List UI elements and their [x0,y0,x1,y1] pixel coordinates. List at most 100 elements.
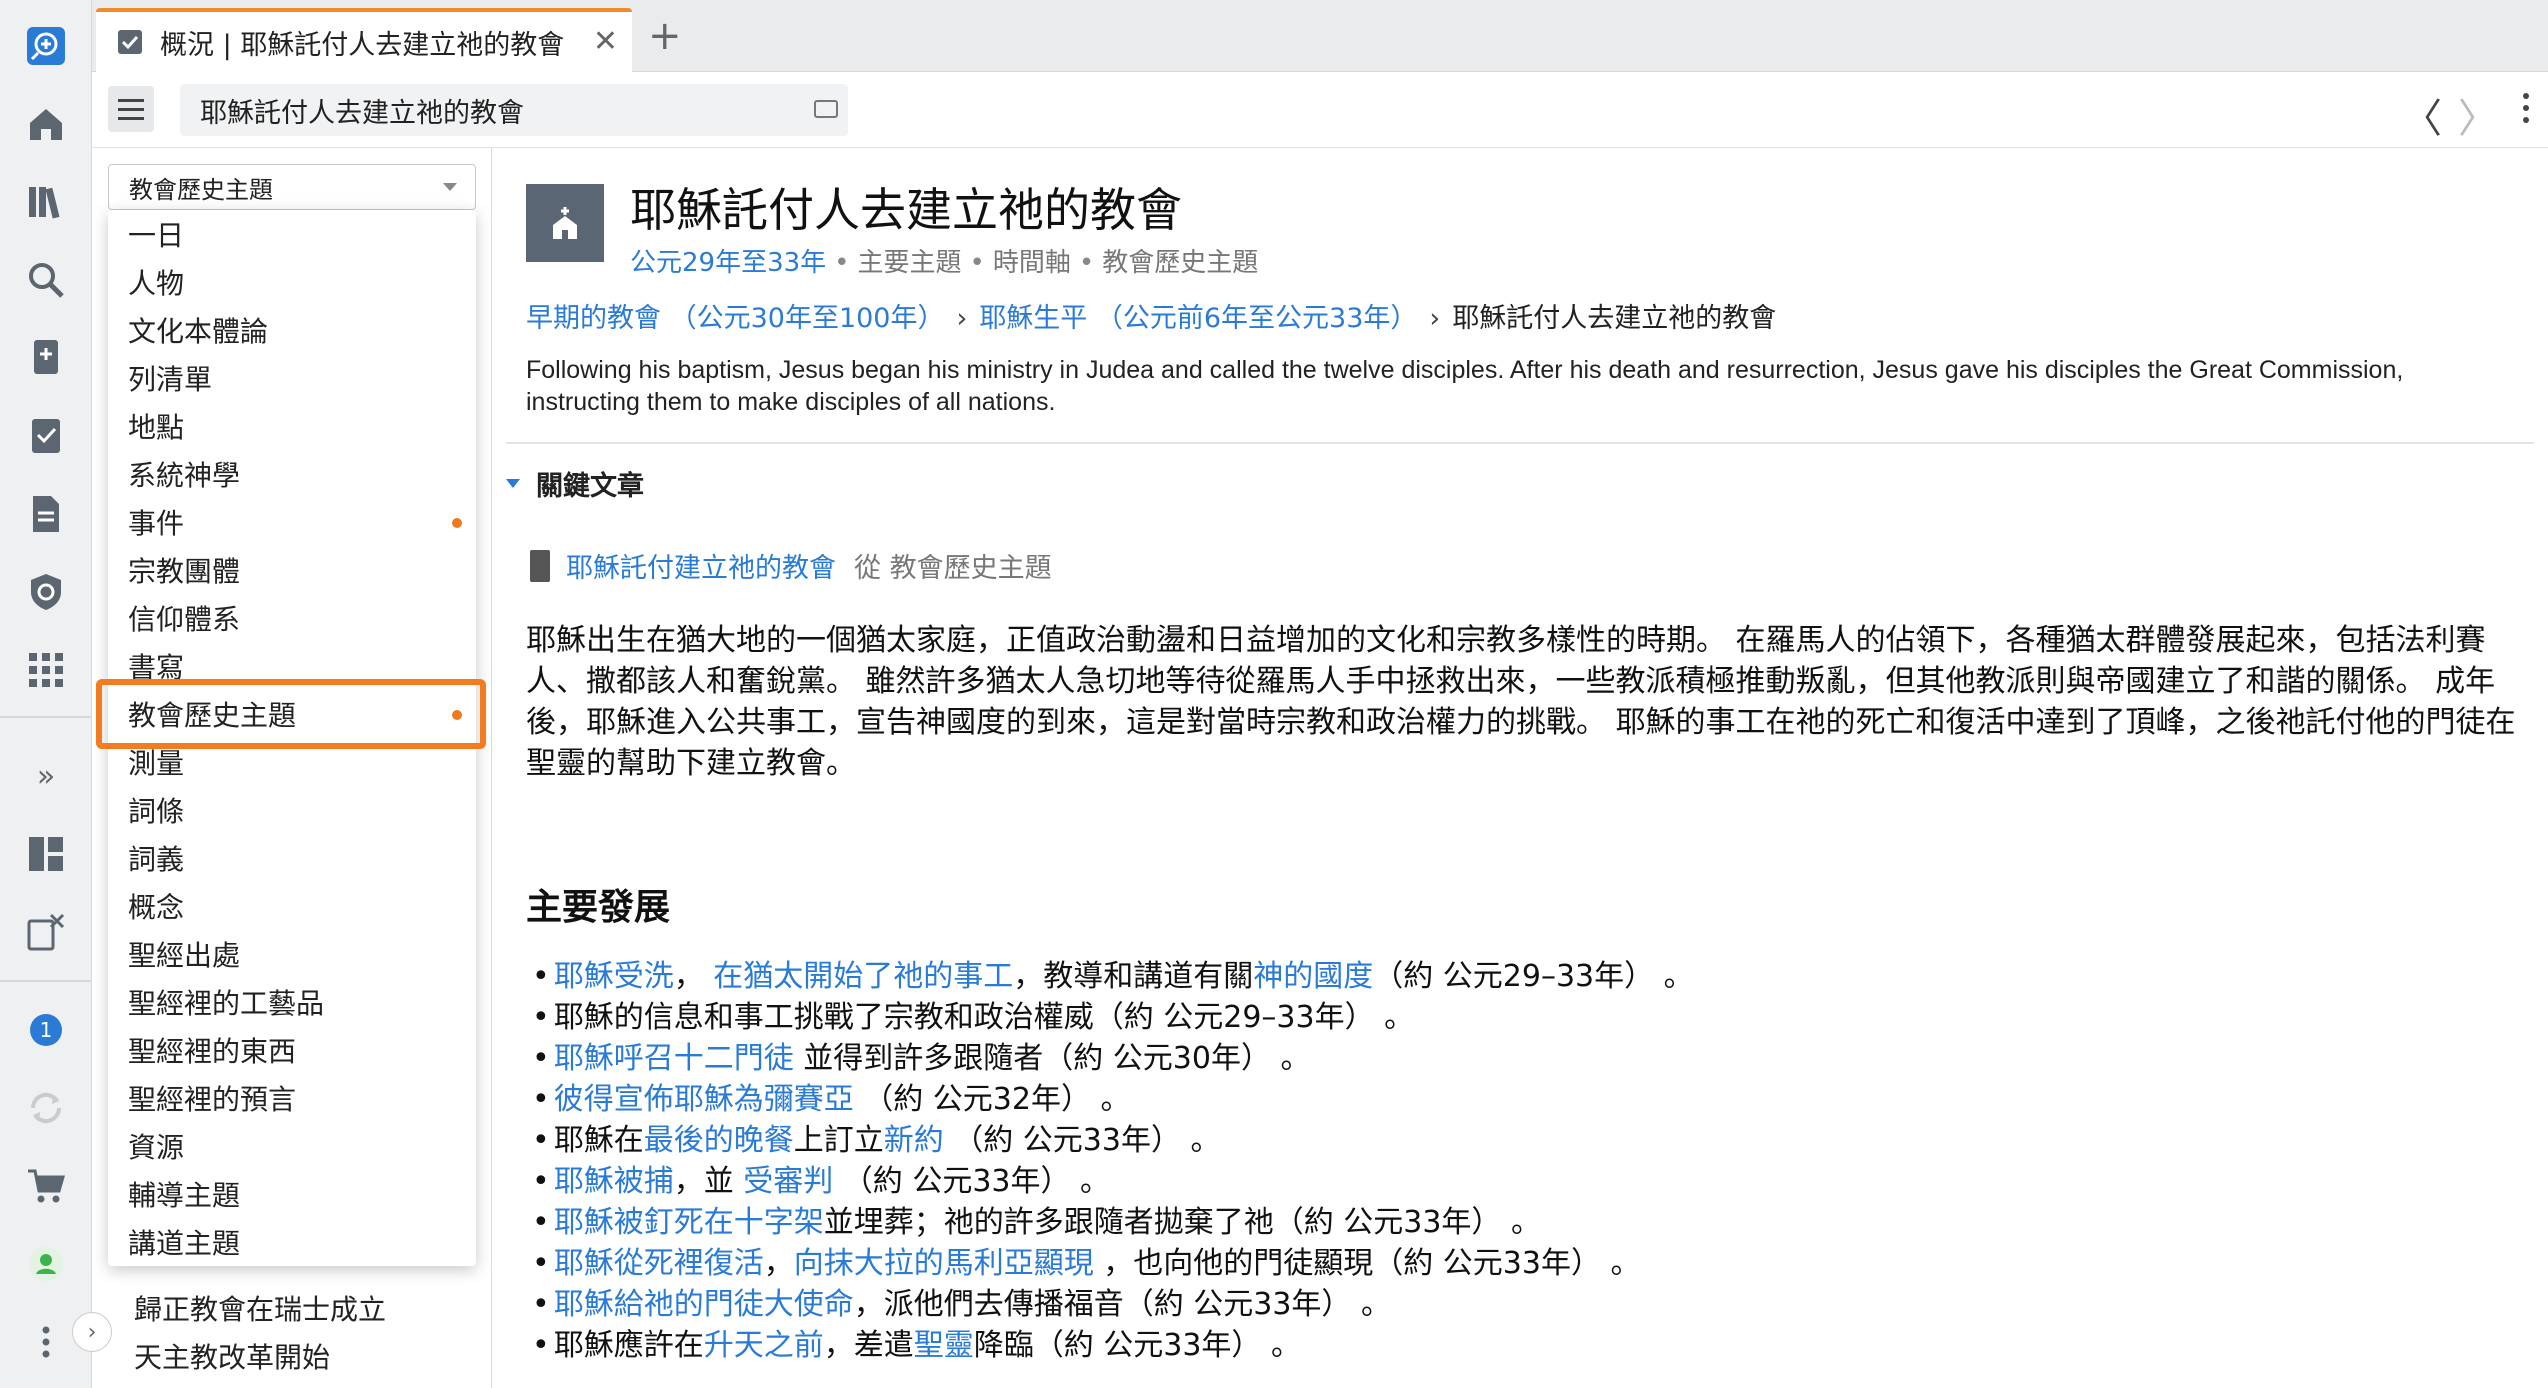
dropdown-item[interactable]: 講道主題 [108,1218,476,1266]
search-icon[interactable] [24,258,68,302]
keyboard-icon[interactable] [814,100,838,118]
dropdown-item[interactable]: 概念 [108,882,476,930]
menu-button[interactable] [108,86,154,132]
dropdown-item[interactable]: 事件 [108,498,476,546]
divider [506,442,2534,444]
forward-button[interactable]: 〉 [2458,86,2498,144]
apps-grid-icon[interactable] [24,648,68,692]
expand-icon[interactable]: » [24,754,68,798]
date-link[interactable]: 公元29年至33年 [630,248,826,278]
add-tab-button[interactable]: + [648,12,682,60]
dropdown-item[interactable]: 聖經裡的東西 [108,1026,476,1074]
library-icon[interactable] [24,180,68,224]
reference-input[interactable]: 耶穌託付人去建立祂的教會 [180,84,848,136]
layout-icon[interactable] [24,832,68,876]
dropdown-item[interactable]: 地點 [108,402,476,450]
inline-link[interactable]: 聖靈 [914,1328,974,1363]
reference-text: 耶穌託付人去建立祂的教會 [200,97,524,129]
inline-link[interactable]: 耶穌呼召十二門徒 [554,1041,794,1076]
hamburger-icon [118,107,144,111]
toolbar: 耶穌託付人去建立祂的教會 〈 〉 [92,72,2548,148]
dropdown-item[interactable]: 信仰體系 [108,594,476,642]
more-vertical-icon[interactable] [24,1320,68,1364]
close-icon[interactable]: ✕ [593,24,618,59]
category-select[interactable]: 教會歷史主題 [108,164,476,210]
development-item: 耶穌從死裡復活，向抹大拉的馬利亞顯現 ，也向他的門徒顯現（約 公元33年） 。 [532,1243,1694,1284]
inline-link[interactable]: 向抹大拉的馬利亞顯現 [794,1246,1094,1281]
summary-text: Following his baptism, Jesus began his m… [526,356,2404,416]
bookmark-icon[interactable] [24,336,68,380]
checklist-icon[interactable] [24,414,68,458]
dropdown-item[interactable]: 人物 [108,258,476,306]
book-icon [530,549,550,582]
dropdown-item[interactable]: 系統神學 [108,450,476,498]
inline-text: （約 公元29–33年） 。 [1373,959,1694,994]
inline-link[interactable]: 耶穌給祂的門徒大使命 [554,1287,854,1322]
key-articles-section-toggle[interactable]: 關鍵文章 [506,464,644,503]
development-item: 耶穌的信息和事工挑戰了宗教和政治權威（約 公元29–33年） 。 [532,997,1694,1038]
inline-link[interactable]: 彼得宣佈耶穌為彌賽亞 [554,1082,854,1117]
development-item: 耶穌應許在升天之前，差遣聖靈降臨（約 公元33年） 。 [532,1325,1694,1366]
shield-icon[interactable] [24,570,68,614]
inline-text: 上訂立 [793,1123,884,1158]
document-icon[interactable] [24,492,68,536]
user-icon[interactable] [24,1242,68,1286]
dropdown-item[interactable]: 列清單 [108,354,476,402]
inline-link[interactable]: 耶穌受洗 [554,959,674,994]
inline-link[interactable]: 在猶太開始了祂的事工 [713,959,1013,994]
dropdown-item[interactable]: 聖經裡的工藝品 [108,978,476,1026]
article-meta: 公元29年至33年 • 主要主題 • 時間軸 • 教會歷史主題 [630,248,1259,278]
inline-link[interactable]: 耶穌被釘死在十字架 [554,1205,824,1240]
church-icon [526,184,604,262]
more-options-icon[interactable] [2516,90,2536,130]
development-item: 耶穌被捕，並 受審判 （約 公元33年） 。 [532,1161,1694,1202]
dropdown-item[interactable]: 詞義 [108,834,476,882]
dropdown-item[interactable]: 輔導主題 [108,1170,476,1218]
inline-text: ，派他們去傳播福音（約 公元33年） 。 [853,1287,1391,1322]
sync-icon[interactable] [24,1086,68,1130]
notification-badge-text: 1 [40,1018,53,1042]
dropdown-item[interactable]: 聖經裡的預言 [108,1074,476,1122]
add-search-icon[interactable] [24,24,68,68]
development-item: 耶穌呼召十二門徒 並得到許多跟隨者（約 公元30年） 。 [532,1038,1694,1079]
back-button[interactable]: 〈 [2402,86,2442,144]
panel-toggle-button[interactable]: › [72,1312,112,1352]
inline-link[interactable]: 升天之前 [704,1328,824,1363]
chevron-down-icon [506,479,520,488]
meta-tag: 主要主題 [857,248,962,278]
list-item[interactable]: 歸正教會在瑞士成立 [134,1288,386,1328]
breadcrumb-link[interactable]: 早期的教會 （公元30年至100年） [526,303,944,334]
dropdown-item[interactable]: 一日 [108,210,476,258]
list-item[interactable]: 天主教改革開始 [134,1336,330,1376]
chevron-down-icon [443,183,457,191]
inline-text: 耶穌應許在 [553,1328,704,1363]
tab-overview[interactable]: 概況 | 耶穌託付人去建立祂的教會 ✕ [96,8,632,72]
dropdown-item[interactable]: 資源 [108,1122,476,1170]
notification-icon[interactable]: 1 [24,1008,68,1052]
inline-link[interactable]: 最後的晚餐 [644,1123,794,1158]
article-content: 耶穌託付人去建立祂的教會 公元29年至33年 • 主要主題 • 時間軸 • 教會歷史主題 早… [492,148,2548,1388]
inline-link[interactable]: 耶穌被捕 [554,1164,674,1199]
meta-tag: 教會歷史主題 [1102,248,1259,278]
inline-text: ，也向他的門徒顯現（約 公元33年） 。 [1093,1246,1641,1281]
inline-link[interactable]: 耶穌從死裡復活 [554,1246,764,1281]
inline-link[interactable]: 新約 [884,1123,944,1158]
inline-link[interactable]: 神的國度 [1253,959,1373,994]
home-icon[interactable] [24,102,68,146]
inline-text: 耶穌在 [553,1123,644,1158]
inline-link[interactable]: 受審判 [743,1164,833,1199]
meta-tag: 時間軸 [992,248,1071,278]
development-item: 耶穌受洗， 在猶太開始了祂的事工，教導和講道有關神的國度（約 公元29–33年）… [532,956,1694,997]
dropdown-item[interactable]: 聖經出處 [108,930,476,978]
clipboard-close-icon[interactable] [24,910,68,954]
breadcrumb-link[interactable]: 耶穌生平 （公元前6年至公元33年） [979,303,1417,334]
cart-icon[interactable] [24,1164,68,1208]
inline-text: ，並 [673,1164,744,1199]
tab-title: 概況 | 耶穌託付人去建立祂的教會 [160,29,565,61]
checklist-icon [118,30,142,54]
dropdown-item[interactable]: 詞條 [108,786,476,834]
key-article-link[interactable]: 耶穌託付建立祂的教會 [566,546,836,585]
dropdown-item[interactable]: 文化本體論 [108,306,476,354]
selection-highlight [96,679,486,749]
dropdown-item[interactable]: 宗教團體 [108,546,476,594]
